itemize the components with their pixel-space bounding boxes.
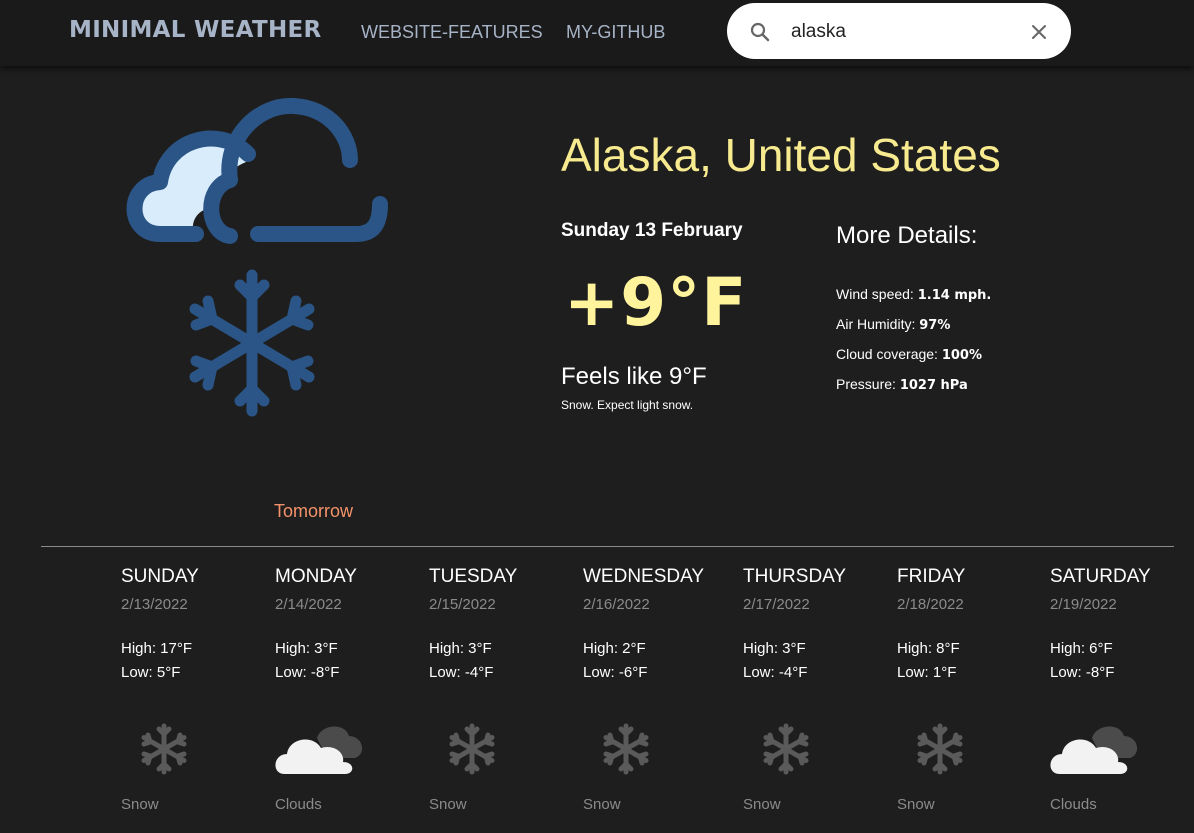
day-condition: Snow bbox=[429, 796, 467, 813]
day-name: FRIDAY bbox=[897, 566, 966, 587]
day-condition: Snow bbox=[583, 796, 621, 813]
forecast-day: THURSDAY 2/17/2022 High: 3°F Low: -4°F S… bbox=[743, 566, 893, 826]
day-name: MONDAY bbox=[275, 566, 357, 587]
detail-label: Cloud coverage: bbox=[836, 346, 938, 362]
clouds-icon bbox=[275, 726, 363, 774]
day-date: 2/17/2022 bbox=[743, 596, 810, 613]
forecast-day: SATURDAY 2/19/2022 High: 6°F Low: -8°F C… bbox=[1050, 566, 1190, 826]
day-high: High: 3°F bbox=[275, 640, 338, 657]
close-icon[interactable] bbox=[1027, 20, 1051, 44]
clouds-icon bbox=[1050, 726, 1138, 774]
forecast-day: WEDNESDAY 2/16/2022 High: 2°F Low: -6°F … bbox=[583, 566, 733, 826]
day-high: High: 8°F bbox=[897, 640, 960, 657]
snowflake-icon bbox=[141, 723, 187, 775]
search-bar bbox=[727, 3, 1071, 59]
snowflake-icon bbox=[917, 723, 963, 775]
search-icon[interactable] bbox=[748, 20, 772, 44]
day-condition: Clouds bbox=[1050, 796, 1097, 813]
day-condition: Snow bbox=[897, 796, 935, 813]
divider bbox=[41, 546, 1174, 547]
day-low: Low: 1°F bbox=[897, 664, 957, 681]
day-low: Low: -8°F bbox=[275, 664, 340, 681]
cloud-snow-icon bbox=[126, 97, 388, 417]
forecast-day: SUNDAY 2/13/2022 High: 17°F Low: 5°F Sno… bbox=[121, 566, 271, 826]
day-date: 2/14/2022 bbox=[275, 596, 342, 613]
detail-value: 1.14 mph. bbox=[917, 288, 992, 303]
day-name: SUNDAY bbox=[121, 566, 199, 587]
detail-air-humidity: Air Humidity: 97% bbox=[836, 316, 950, 333]
detail-label: Wind speed: bbox=[836, 286, 914, 302]
day-condition: Snow bbox=[121, 796, 159, 813]
tab-tomorrow[interactable]: Tomorrow bbox=[274, 501, 353, 522]
day-low: Low: 5°F bbox=[121, 664, 181, 681]
detail-label: Pressure: bbox=[836, 376, 896, 392]
location-title: Alaska, United States bbox=[561, 129, 1001, 181]
day-name: WEDNESDAY bbox=[583, 566, 705, 587]
day-low: Low: -4°F bbox=[743, 664, 808, 681]
day-low: Low: -4°F bbox=[429, 664, 494, 681]
day-high: High: 6°F bbox=[1050, 640, 1113, 657]
detail-value: 97% bbox=[919, 318, 951, 333]
day-date: 2/16/2022 bbox=[583, 596, 650, 613]
feels-like: Feels like 9°F bbox=[561, 363, 707, 390]
current-temperature: +9°F bbox=[564, 264, 748, 341]
detail-wind-speed: Wind speed: 1.14 mph. bbox=[836, 286, 991, 303]
search-input[interactable] bbox=[789, 16, 1013, 48]
brand-logo[interactable]: MINIMAL WEATHER bbox=[69, 17, 322, 43]
forecast-day: FRIDAY 2/18/2022 High: 8°F Low: 1°F Snow bbox=[897, 566, 1047, 826]
forecast-day: MONDAY 2/14/2022 High: 3°F Low: -8°F Clo… bbox=[275, 566, 425, 826]
snowflake-icon bbox=[603, 723, 649, 775]
day-date: 2/13/2022 bbox=[121, 596, 188, 613]
more-details-title: More Details: bbox=[836, 222, 978, 249]
day-low: Low: -6°F bbox=[583, 664, 648, 681]
detail-value: 1027 hPa bbox=[899, 378, 968, 393]
day-high: High: 3°F bbox=[429, 640, 492, 657]
nav-link-website-features[interactable]: WEBSITE-FEATURES bbox=[361, 22, 543, 43]
current-date: Sunday 13 February bbox=[561, 220, 743, 241]
day-high: High: 3°F bbox=[743, 640, 806, 657]
snowflake-icon bbox=[449, 723, 495, 775]
day-date: 2/18/2022 bbox=[897, 596, 964, 613]
day-condition: Clouds bbox=[275, 796, 322, 813]
day-name: TUESDAY bbox=[429, 566, 518, 587]
detail-pressure: Pressure: 1027 hPa bbox=[836, 376, 968, 393]
forecast-day: TUESDAY 2/15/2022 High: 3°F Low: -4°F Sn… bbox=[429, 566, 579, 826]
detail-value: 100% bbox=[941, 348, 983, 363]
snowflake-icon bbox=[763, 723, 809, 775]
day-date: 2/19/2022 bbox=[1050, 596, 1117, 613]
weather-description: Snow. Expect light snow. bbox=[561, 398, 694, 412]
detail-cloud-coverage: Cloud coverage: 100% bbox=[836, 346, 982, 363]
day-date: 2/15/2022 bbox=[429, 596, 496, 613]
day-name: THURSDAY bbox=[743, 566, 847, 587]
detail-label: Air Humidity: bbox=[836, 316, 916, 332]
day-low: Low: -8°F bbox=[1050, 664, 1115, 681]
day-high: High: 2°F bbox=[583, 640, 646, 657]
day-name: SATURDAY bbox=[1050, 566, 1151, 587]
top-navbar: MINIMAL WEATHER WEBSITE-FEATURES MY-GITH… bbox=[0, 0, 1194, 66]
day-high: High: 17°F bbox=[121, 640, 193, 657]
nav-link-my-github[interactable]: MY-GITHUB bbox=[566, 22, 665, 43]
day-condition: Snow bbox=[743, 796, 781, 813]
